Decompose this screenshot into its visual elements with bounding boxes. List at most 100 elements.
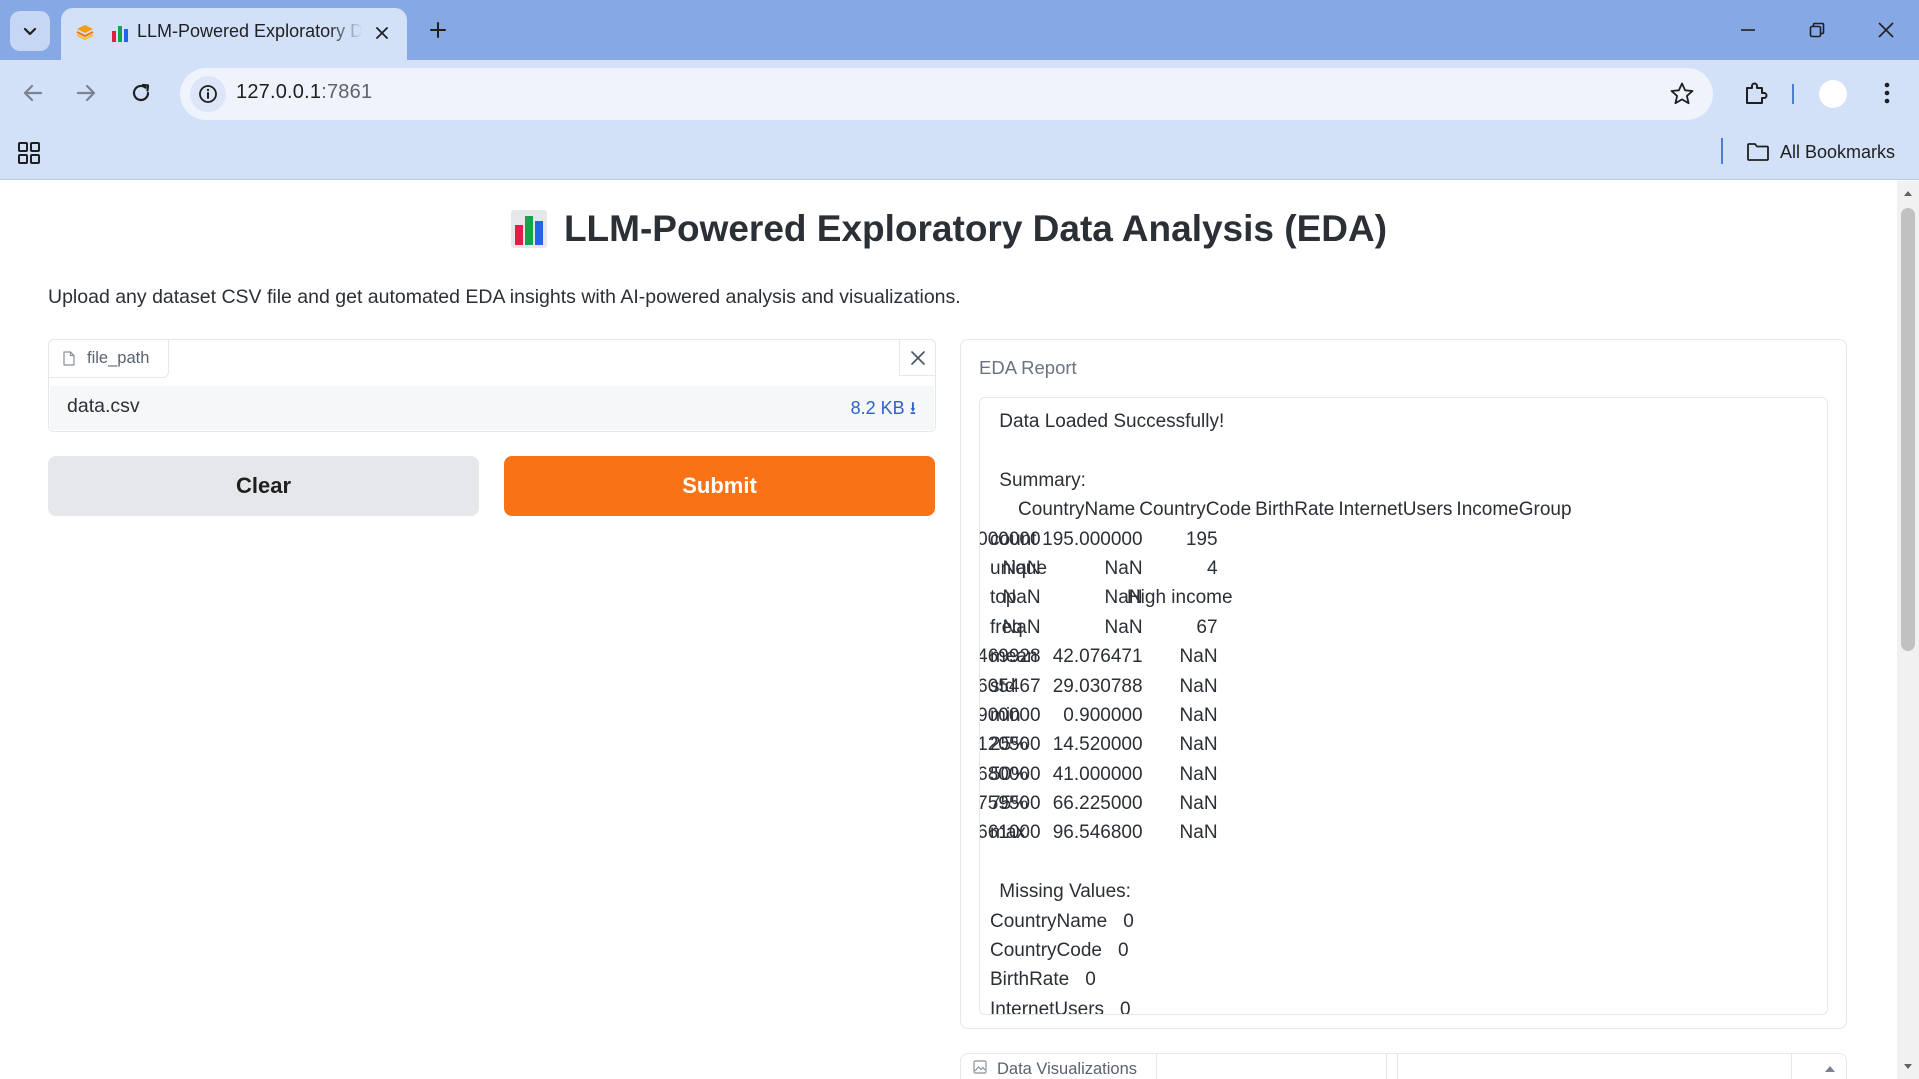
- forward-button[interactable]: [68, 75, 104, 111]
- minimize-button[interactable]: [1728, 12, 1768, 48]
- summary-cell: 4: [1206, 557, 1218, 579]
- summary-cell: NaN: [1179, 763, 1218, 785]
- summary-cell: 29.759500: [980, 793, 1041, 815]
- load-status: Data Loaded Successfully!: [999, 411, 1225, 432]
- summary-heading: Summary:: [999, 469, 1086, 491]
- summary-column-header: InternetUsers: [1338, 499, 1453, 521]
- page-scrollbar[interactable]: [1897, 181, 1919, 1079]
- apps-grid-icon[interactable]: [16, 140, 42, 166]
- summary-cell: 0.900000: [1063, 704, 1143, 726]
- restore-button[interactable]: [1797, 12, 1837, 48]
- browser-menu-button[interactable]: [1874, 76, 1900, 110]
- summary-rows: count195195195.000000195.000000195unique…: [980, 525, 1572, 848]
- eda-report-label: EDA Report: [979, 357, 1077, 378]
- extensions-button[interactable]: [1738, 76, 1772, 110]
- toolbar-divider: [1792, 84, 1794, 104]
- all-bookmarks-button[interactable]: All Bookmarks: [1746, 138, 1895, 166]
- image-icon: [973, 1060, 987, 1074]
- missing-column-name: BirthRate: [990, 969, 1070, 991]
- summary-cell: 49.661000: [980, 822, 1041, 844]
- summary-row: unique195195NaNNaN4: [990, 554, 1572, 583]
- report-line: Missing Values:: [994, 877, 1572, 906]
- visualizations-label: Data Visualizations: [961, 1054, 1157, 1079]
- star-icon[interactable]: [1669, 81, 1695, 107]
- report-blank-line: [994, 436, 1572, 465]
- close-icon: [910, 350, 925, 365]
- folder-icon: [1747, 143, 1769, 161]
- scroll-up-arrow-icon[interactable]: [1903, 189, 1913, 199]
- address-bar[interactable]: 127.0.0.1:7861: [180, 68, 1713, 120]
- tab-search-button[interactable]: [10, 11, 50, 51]
- uploaded-file-row: data.csv 8.2 KB ⭳: [50, 386, 934, 430]
- bookmarks-divider: [1721, 138, 1723, 164]
- submit-button[interactable]: Submit: [504, 456, 935, 516]
- site-info-button[interactable]: [190, 76, 226, 112]
- file-download-link[interactable]: 8.2 KB ⭳: [851, 396, 916, 426]
- minimize-icon: [1741, 29, 1755, 31]
- extensions-icon: [1746, 82, 1768, 104]
- summary-cell: NaN: [1104, 557, 1143, 579]
- summary-cell: NaN: [1179, 675, 1218, 697]
- summary-cell: 66.225000: [1052, 793, 1143, 815]
- missing-count: 0: [1085, 969, 1096, 991]
- eda-report-panel: EDA Report Data Loaded Successfully! Sum…: [960, 339, 1847, 1029]
- file-name: data.csv: [67, 395, 140, 417]
- visualization-slot: [1157, 1054, 1387, 1079]
- browser-tab[interactable]: LLM-Powered Exploratory Data Analysis (E…: [61, 8, 407, 60]
- restore-icon: [1809, 22, 1825, 38]
- close-window-button[interactable]: [1866, 12, 1906, 48]
- tab-title: LLM-Powered Exploratory Data Analysis (E…: [137, 21, 362, 41]
- summary-cell: 67: [1196, 616, 1218, 638]
- summary-row: freq11NaNNaN67: [990, 613, 1572, 642]
- scrollbar-thumb[interactable]: [1901, 208, 1915, 651]
- missing-row: CountryName 0: [990, 907, 1572, 936]
- missing-row: BirthRate 0: [990, 965, 1572, 994]
- summary-cell: 19.680000: [980, 763, 1041, 785]
- missing-column-name: InternetUsers: [990, 998, 1105, 1015]
- file-upload[interactable]: file_path data.csv 8.2 KB ⭳: [48, 339, 936, 432]
- summary-cell: 10.605467: [980, 675, 1041, 697]
- summary-row: minNaNNaN7.9000000.900000NaN: [980, 701, 1572, 730]
- bookmarks-bar: All Bookmarks: [0, 126, 1919, 180]
- eda-report-textbox[interactable]: Data Loaded Successfully! Summary: Count…: [979, 397, 1828, 1015]
- missing-column-name: CountryCode: [990, 940, 1102, 962]
- summary-cell: NaN: [1104, 616, 1143, 638]
- close-icon: [1878, 22, 1894, 38]
- summary-row: meanNaNNaN21.46992842.076471NaN: [980, 642, 1572, 671]
- new-tab-button[interactable]: [424, 16, 452, 44]
- chart-app-icon: [112, 26, 128, 42]
- summary-cell: NaN: [1002, 557, 1041, 579]
- forward-icon: [76, 84, 96, 102]
- close-icon: [376, 27, 388, 39]
- avatar[interactable]: [1819, 80, 1847, 108]
- summary-cell: 7.900000: [979, 704, 1041, 726]
- missing-rows: CountryName 0 CountryCode 0 BirthRate 0 Intern…: [990, 907, 1572, 1014]
- summary-cell: NaN: [1179, 734, 1218, 756]
- reload-button[interactable]: [123, 75, 159, 111]
- tab-close-button[interactable]: [371, 22, 393, 44]
- summary-column-header: CountryCode: [1139, 499, 1252, 521]
- remove-file-button[interactable]: [899, 340, 935, 376]
- scroll-down-arrow-icon[interactable]: [1903, 1061, 1913, 1071]
- summary-cell: 14.520000: [1052, 734, 1143, 756]
- missing-row: InternetUsers 0: [990, 995, 1572, 1015]
- summary-column-header: IncomeGroup: [1456, 499, 1572, 521]
- scroll-up-icon[interactable]: [1824, 1064, 1836, 1074]
- url-host: 127.0.0.1: [236, 81, 322, 103]
- chart-app-icon: [510, 210, 547, 248]
- back-button[interactable]: [15, 75, 51, 111]
- tab-strip: LLM-Powered Exploratory Data Analysis (E…: [0, 0, 1919, 60]
- reload-icon: [132, 83, 150, 102]
- summary-cell: NaN: [1179, 646, 1218, 668]
- clear-button[interactable]: Clear: [48, 456, 479, 516]
- info-icon: [199, 85, 217, 103]
- url-text[interactable]: 127.0.0.1:7861: [236, 81, 372, 104]
- file-icon: [63, 351, 75, 366]
- summary-column-header: BirthRate: [1255, 499, 1335, 521]
- report-line: Data Loaded Successfully!: [994, 407, 1572, 436]
- missing-row: CountryCode 0: [990, 936, 1572, 965]
- summary-cell: High income: [1126, 587, 1233, 609]
- all-bookmarks-label: All Bookmarks: [1780, 141, 1896, 162]
- summary-cell: 195: [1185, 528, 1218, 550]
- missing-count: 0: [1117, 940, 1129, 962]
